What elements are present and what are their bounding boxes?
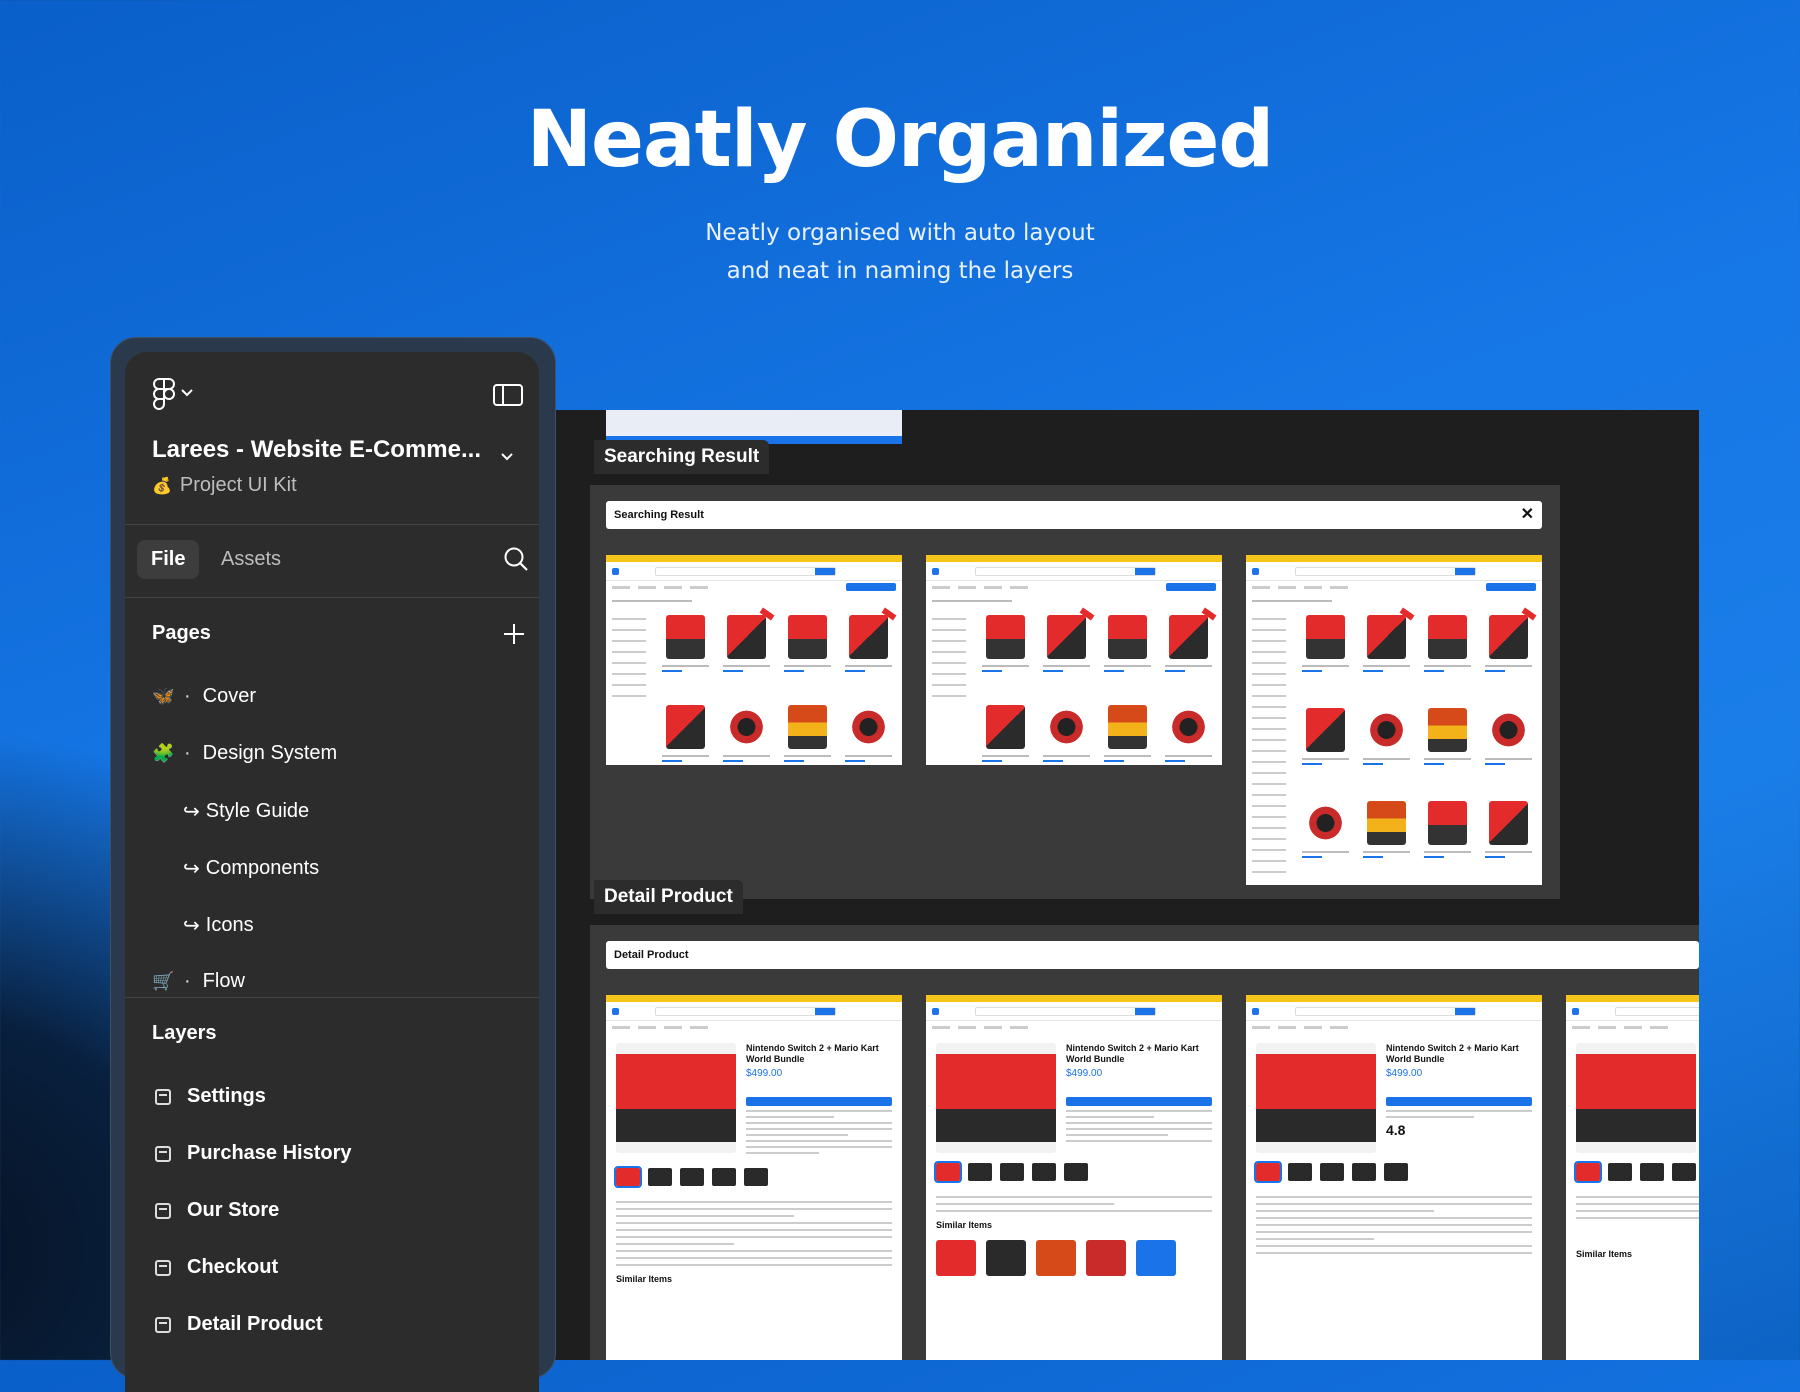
- pages-heading: Pages: [152, 622, 211, 644]
- frame-icon: [155, 1088, 171, 1105]
- product-price: $499.00: [746, 1068, 783, 1079]
- layer-item-checkout[interactable]: Checkout: [155, 1256, 278, 1279]
- page-label: Flow: [202, 970, 245, 992]
- section-label-searching-result[interactable]: Searching Result: [594, 440, 770, 474]
- similar-items-label: Similar Items: [1576, 1249, 1633, 1259]
- cart-icon: 🛒: [152, 971, 175, 991]
- product-image: [616, 1043, 736, 1153]
- hero-subtitle: Neatly organised with auto layout and ne…: [0, 214, 1800, 290]
- divider: [125, 524, 539, 525]
- product-price: $499.00: [1386, 1068, 1423, 1079]
- section-header-title: Searching Result: [614, 509, 704, 521]
- layer-label: Our Store: [187, 1199, 280, 1221]
- chevron-down-icon[interactable]: [501, 448, 513, 466]
- detail-product-frame-3[interactable]: Nintendo Switch 2 + Mario Kart World Bun…: [1246, 995, 1542, 1360]
- product-title: Nintendo Switch 2 + Mario Kart World Bun…: [746, 1043, 879, 1064]
- figma-logo-icon[interactable]: [153, 378, 175, 415]
- layer-label: Checkout: [187, 1256, 279, 1278]
- figma-layers-panel: Larees - Website E-Comme... 💰 Project UI…: [125, 352, 539, 1392]
- detail-product-frame-4[interactable]: Similar Items: [1566, 995, 1699, 1360]
- project-subtitle-text: Project UI Kit: [179, 474, 297, 496]
- layer-item-our-store[interactable]: Our Store: [155, 1199, 279, 1222]
- layer-item-detail-product[interactable]: Detail Product: [155, 1313, 323, 1336]
- layer-label: Settings: [187, 1085, 266, 1107]
- page-label: Style Guide: [205, 800, 310, 822]
- section-header-searching-result: Searching Result ✕: [606, 501, 1542, 529]
- product-title: Nintendo Switch 2 + Mario Kart World Bun…: [1066, 1043, 1199, 1064]
- tab-file[interactable]: File: [137, 540, 200, 579]
- layer-label: Detail Product: [187, 1313, 323, 1335]
- cropped-frame-top[interactable]: [606, 410, 902, 444]
- money-bag-icon: 💰: [152, 477, 172, 495]
- design-canvas[interactable]: Searching Result Searching Result ✕ Deta…: [554, 410, 1699, 1360]
- divider: [125, 997, 539, 998]
- page-label: Components: [205, 857, 320, 879]
- frame-icon: [155, 1316, 171, 1333]
- product-title: Nintendo Switch 2 + Mario Kart World Bun…: [1386, 1043, 1519, 1064]
- layer-item-purchase-history[interactable]: Purchase History: [155, 1142, 352, 1165]
- detail-product-frame-1[interactable]: Nintendo Switch 2 + Mario Kart World Bun…: [606, 995, 902, 1360]
- frame-icon: [155, 1259, 171, 1276]
- product-price: $499.00: [1066, 1068, 1103, 1079]
- search-icon[interactable]: [503, 546, 529, 577]
- detail-product-frame-2[interactable]: Nintendo Switch 2 + Mario Kart World Bun…: [926, 995, 1222, 1360]
- frame-icon: [155, 1202, 171, 1219]
- chevron-down-icon[interactable]: [181, 384, 193, 402]
- page-item-icons[interactable]: ↪ Icons: [183, 913, 254, 938]
- sidebar-toggle-icon[interactable]: [493, 384, 523, 411]
- similar-items-label: Similar Items: [616, 1274, 673, 1284]
- return-arrow-icon: ↪: [183, 858, 200, 880]
- page-item-components[interactable]: ↪ Components: [183, 856, 319, 881]
- project-subtitle: 💰 Project UI Kit: [152, 474, 297, 497]
- page-item-cover[interactable]: 🦋 · Cover: [152, 685, 256, 708]
- similar-items-label: Similar Items: [936, 1220, 993, 1230]
- search-result-frame-2[interactable]: [926, 555, 1222, 765]
- page-label: Design System: [202, 742, 338, 764]
- page-label: Cover: [202, 685, 257, 707]
- hero-title: Neatly Organized: [526, 95, 1274, 185]
- return-arrow-icon: ↪: [183, 915, 200, 937]
- add-page-icon[interactable]: [502, 622, 526, 651]
- hero-subtitle-line-2: and neat in naming the layers: [726, 258, 1074, 284]
- frame-icon: [155, 1145, 171, 1162]
- rating-value: 4.8: [1386, 1122, 1406, 1138]
- hero-subtitle-line-1: Neatly organised with auto layout: [705, 220, 1095, 246]
- section-label-detail-product[interactable]: Detail Product: [594, 880, 743, 914]
- section-header-detail-product: Detail Product: [606, 941, 1699, 969]
- section-detail-product[interactable]: Detail Product Nintendo Switch 2 + Mario…: [590, 925, 1699, 1360]
- search-result-frame-3[interactable]: [1246, 555, 1542, 885]
- close-icon[interactable]: ✕: [1521, 507, 1534, 523]
- section-searching-result[interactable]: Searching Result ✕: [590, 485, 1560, 899]
- divider: [125, 597, 539, 598]
- page-item-style-guide[interactable]: ↪ Style Guide: [183, 799, 309, 824]
- layers-heading: Layers: [152, 1022, 217, 1044]
- search-result-frame-1[interactable]: [606, 555, 902, 765]
- butterfly-icon: 🦋: [152, 686, 175, 706]
- page-item-design-system[interactable]: 🧩 · Design System: [152, 742, 337, 765]
- layer-label: Purchase History: [187, 1142, 352, 1164]
- project-title[interactable]: Larees - Website E-Comme...: [152, 436, 481, 464]
- tab-assets[interactable]: Assets: [221, 548, 281, 571]
- puzzle-icon: 🧩: [152, 743, 175, 763]
- return-arrow-icon: ↪: [183, 801, 200, 823]
- page-label: Icons: [205, 914, 254, 936]
- page-item-flow[interactable]: 🛒 · Flow: [152, 970, 245, 993]
- layer-item-settings[interactable]: Settings: [155, 1085, 266, 1108]
